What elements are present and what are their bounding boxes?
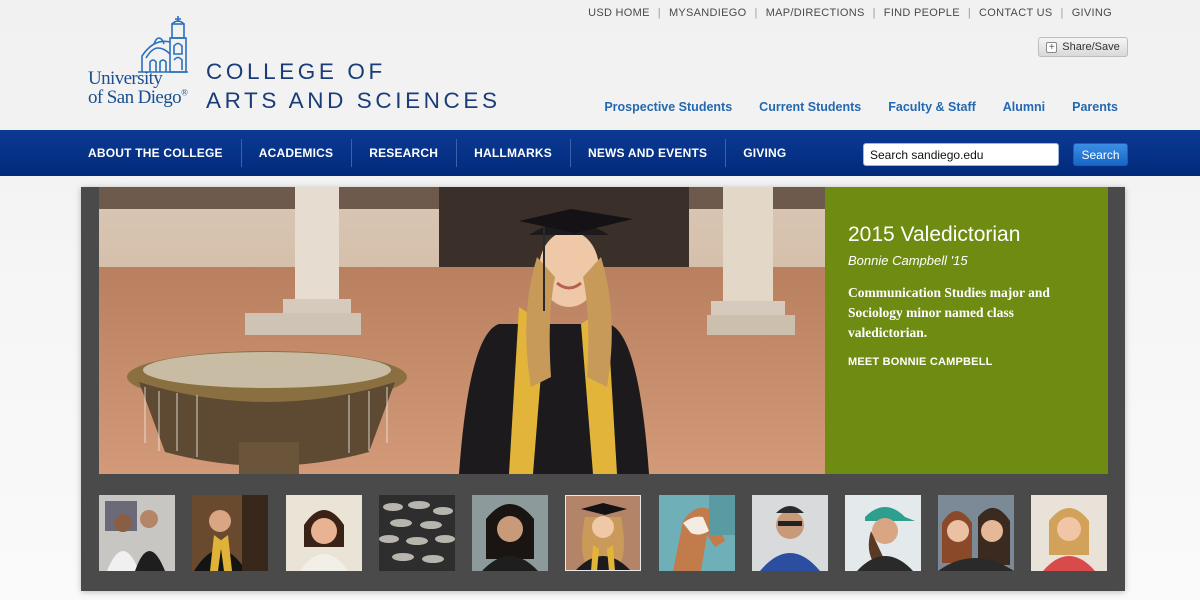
nav-about-the-college[interactable]: ABOUT THE COLLEGE <box>70 130 241 176</box>
utility-link-contact-us[interactable]: CONTACT US <box>971 7 1061 19</box>
share-save-button[interactable]: + Share/Save <box>1038 37 1128 57</box>
audience-link-parents[interactable]: Parents <box>1072 100 1118 114</box>
plus-icon: + <box>1046 41 1058 53</box>
hero-panel: 2015 Valedictorian Bonnie Campbell '15 C… <box>825 187 1108 474</box>
college-title-line-1: COLLEGE OF <box>206 59 386 84</box>
audience-link-current-students[interactable]: Current Students <box>759 100 861 114</box>
utility-link-find-people[interactable]: FIND PEOPLE <box>876 7 968 19</box>
thumb-two-girls[interactable] <box>938 495 1014 571</box>
hero-title: 2015 Valedictorian <box>848 223 1021 246</box>
thumb-graduate-man[interactable] <box>192 495 268 571</box>
utility-nav: USD HOME | MYSANDIEGO | MAP/DIRECTIONS | FI… <box>580 7 1120 19</box>
main-nav-items: ABOUT THE COLLEGE ACADEMICS RESEARCH HAL… <box>70 130 804 176</box>
logo-line-1: University <box>88 68 163 89</box>
share-save-label: Share/Save <box>1062 41 1120 53</box>
nav-research[interactable]: RESEARCH <box>351 130 456 176</box>
audience-link-faculty-staff[interactable]: Faculty & Staff <box>888 100 976 114</box>
thumb-smiling-woman[interactable] <box>286 495 362 571</box>
thumb-valedictorian[interactable] <box>565 495 641 571</box>
hero-link-meet-bonnie[interactable]: MEET BONNIE CAMPBELL <box>848 356 993 368</box>
university-wordmark-2[interactable]: of San Diego® <box>88 87 188 109</box>
nav-academics[interactable]: ACADEMICS <box>240 130 351 176</box>
thumb-woman-cap[interactable] <box>845 495 921 571</box>
search-input[interactable] <box>863 143 1059 166</box>
mission-tower-icon <box>138 16 188 73</box>
thumb-two-women[interactable] <box>99 495 175 571</box>
registered-mark: ® <box>181 87 188 98</box>
thumb-young-woman[interactable] <box>1031 495 1107 571</box>
thumb-man-glasses[interactable] <box>752 495 828 571</box>
thumb-horse[interactable] <box>659 495 735 571</box>
utility-link-giving[interactable]: GIVING <box>1064 7 1120 19</box>
thumb-woman-portrait[interactable] <box>472 495 548 571</box>
nav-giving[interactable]: GIVING <box>725 130 804 176</box>
audience-nav: Prospective Students Current Students Fa… <box>604 100 1118 114</box>
nav-news-and-events[interactable]: NEWS AND EVENTS <box>569 130 725 176</box>
college-title[interactable]: COLLEGE OF ARTS AND SCIENCES <box>206 57 501 115</box>
audience-link-alumni[interactable]: Alumni <box>1003 100 1045 114</box>
hero-subtitle: Bonnie Campbell '15 <box>848 253 968 268</box>
logo-line-2: of San Diego <box>88 87 182 108</box>
hero-photo[interactable] <box>99 187 825 474</box>
search-button[interactable]: Search <box>1073 143 1128 166</box>
thumb-fish-pile[interactable] <box>379 495 455 571</box>
audience-link-prospective-students[interactable]: Prospective Students <box>604 100 732 114</box>
nav-hallmarks[interactable]: HALLMARKS <box>456 130 570 176</box>
college-title-line-2: ARTS AND SCIENCES <box>206 88 501 113</box>
hero-description: Communication Studies major and Sociolog… <box>848 285 1050 340</box>
utility-link-usd-home[interactable]: USD HOME <box>580 7 658 19</box>
utility-link-map-directions[interactable]: MAP/DIRECTIONS <box>758 7 873 19</box>
utility-link-mysandiego[interactable]: MYSANDIEGO <box>661 7 755 19</box>
